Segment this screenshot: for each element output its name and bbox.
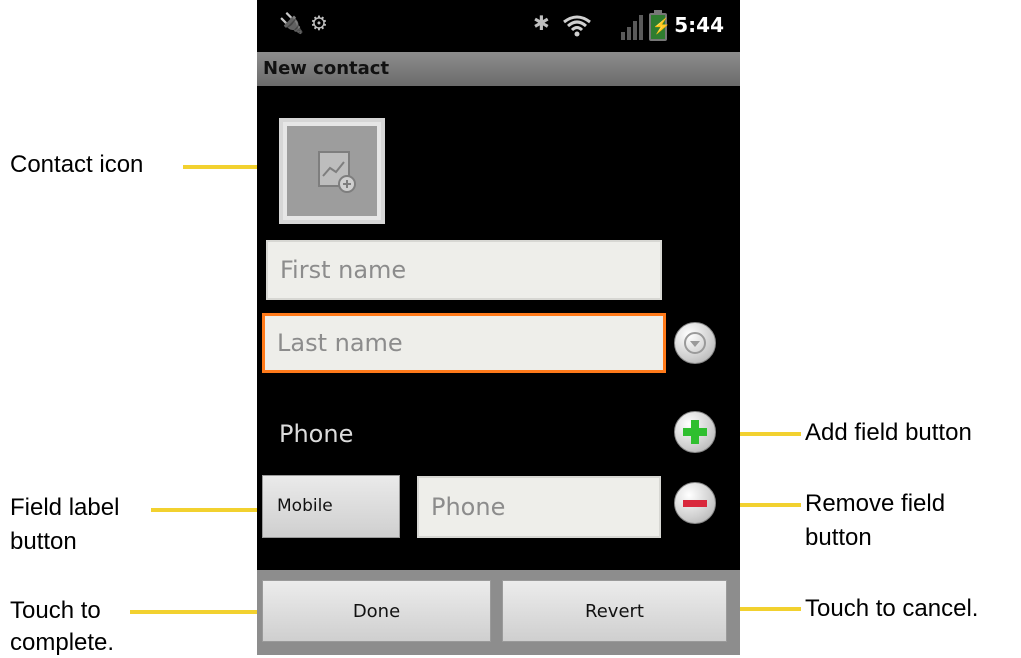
chevron-down-icon — [684, 332, 706, 354]
expand-name-button[interactable] — [674, 322, 716, 364]
battery-icon: ⚡ — [649, 10, 671, 41]
phone-field[interactable]: Phone — [417, 476, 661, 538]
status-bar: 🔌 ⚙ ✱ ⚡ 5:44 — [257, 0, 740, 52]
plus-icon — [683, 420, 707, 444]
wifi-icon — [563, 15, 591, 37]
phone-placeholder: Phone — [431, 493, 506, 521]
contact-icon — [287, 126, 377, 216]
callout-field-label-line1: Field label — [10, 494, 120, 521]
add-field-button[interactable] — [674, 411, 716, 453]
first-name-placeholder: First name — [280, 256, 407, 284]
bluetooth-icon: ✱ — [533, 13, 550, 35]
revert-button[interactable]: Revert — [502, 580, 727, 642]
android-icon: ⚙ — [310, 13, 328, 35]
last-name-field[interactable]: Last name — [262, 313, 666, 373]
phone-screen: 🔌 ⚙ ✱ ⚡ 5:44 New contact First name Last… — [257, 0, 740, 655]
field-label-button[interactable]: Mobile — [262, 475, 400, 538]
last-name-placeholder: Last name — [277, 329, 403, 357]
callout-add-field: Add field button — [805, 419, 972, 446]
callout-contact-icon: Contact icon — [10, 151, 144, 178]
done-button[interactable]: Done — [262, 580, 491, 642]
field-label-text: Mobile — [277, 496, 333, 516]
callout-done-line1: Touch to — [10, 597, 101, 624]
minus-icon — [683, 500, 707, 507]
usb-icon: 🔌 — [279, 13, 304, 35]
page-title: New contact — [257, 52, 740, 86]
callout-field-label-line2: button — [10, 528, 77, 555]
callout-remove-field-line2: button — [805, 524, 872, 551]
status-time: 5:44 — [674, 13, 724, 37]
signal-icon — [619, 14, 645, 40]
callout-done-line2: complete. — [10, 629, 115, 656]
callout-remove-field-line1: Remove field — [805, 490, 946, 517]
contact-photo-button[interactable] — [279, 118, 385, 224]
first-name-field[interactable]: First name — [266, 240, 662, 300]
phone-section-label: Phone — [279, 420, 354, 448]
callout-cancel: Touch to cancel. — [805, 595, 979, 622]
bottom-action-bar: Done Revert — [257, 570, 740, 655]
remove-field-button[interactable] — [674, 482, 716, 524]
